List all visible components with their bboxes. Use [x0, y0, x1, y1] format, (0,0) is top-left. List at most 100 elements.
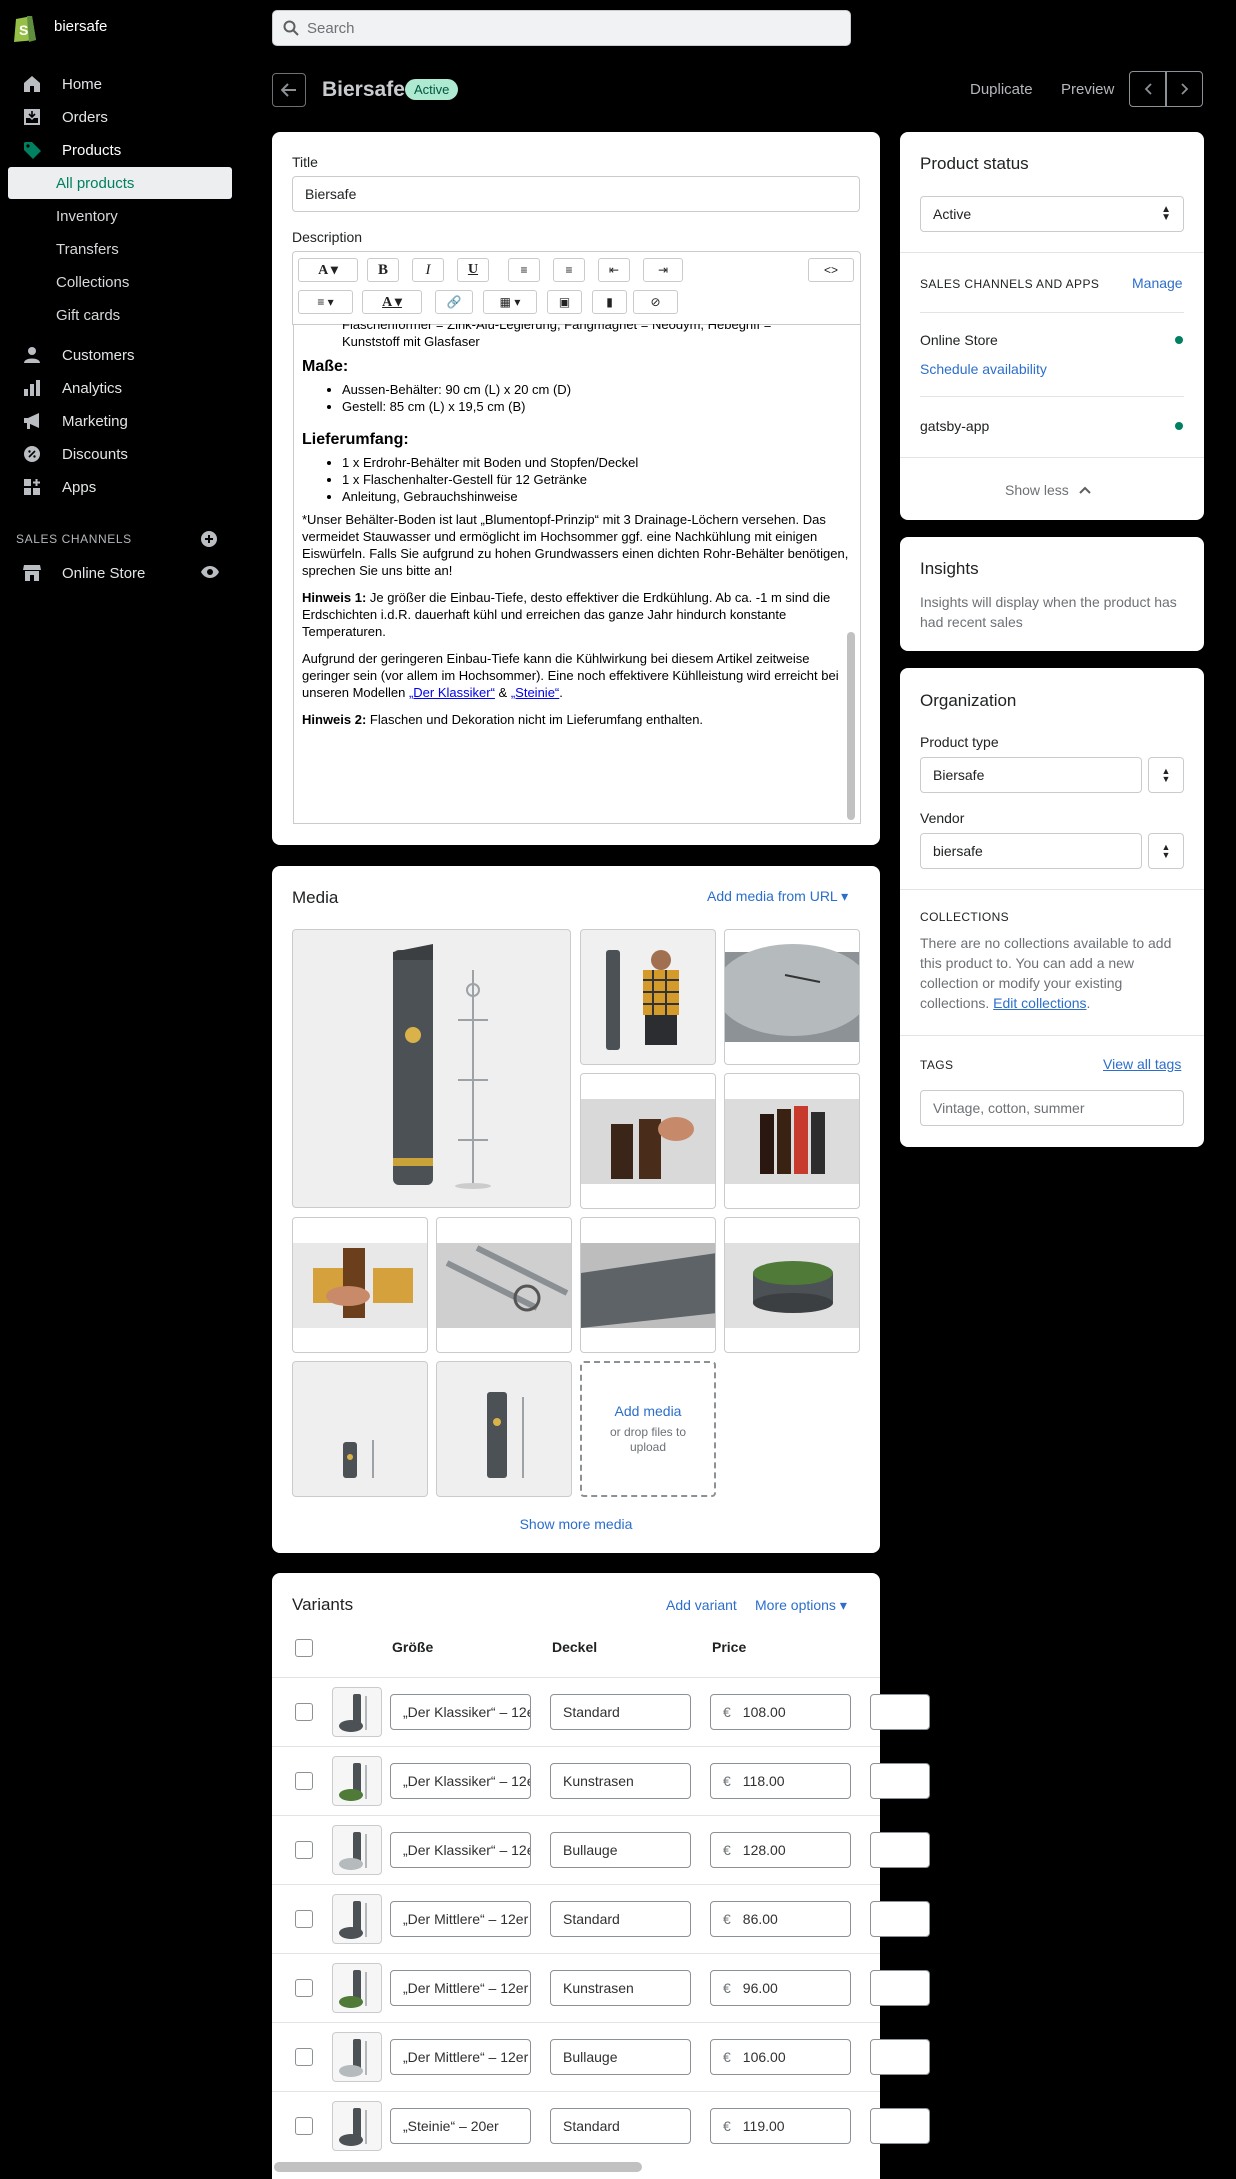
tags-input[interactable]: Vintage, cotton, summer [920, 1090, 1184, 1126]
link-der-klassiker[interactable]: „Der Klassiker“ [409, 685, 495, 700]
media-item[interactable] [436, 1361, 572, 1497]
variant-price-input[interactable]: €119.00 [710, 2108, 851, 2144]
show-less-button[interactable]: Show less [1005, 482, 1091, 498]
nav-inventory[interactable]: Inventory [8, 200, 232, 232]
indent-button[interactable]: ⇥ [643, 258, 683, 282]
variant-checkbox[interactable] [295, 1979, 313, 1997]
italic-button[interactable]: I [412, 258, 444, 282]
nav-collections[interactable]: Collections [8, 266, 232, 298]
font-button[interactable]: A ▾ [298, 258, 358, 282]
table-row[interactable]: „Der Klassiker“ – 12er Kunstrasen €118.00 [272, 1746, 930, 1815]
variant-checkbox[interactable] [295, 2048, 313, 2066]
previous-product-button[interactable] [1129, 71, 1166, 107]
variant-lid-input[interactable]: Standard [550, 1901, 691, 1937]
media-item[interactable] [580, 929, 716, 1065]
add-media-from-url-button[interactable]: Add media from URL ▾ [707, 888, 848, 905]
numbered-list-button[interactable]: ≡ [553, 258, 585, 282]
vendor-selector[interactable]: ▲ ▼ [1148, 833, 1184, 869]
variant-checkbox[interactable] [295, 1841, 313, 1859]
editor-scrollbar[interactable] [847, 632, 855, 820]
variant-next-column-input[interactable] [870, 2108, 930, 2144]
variant-lid-input[interactable]: Kunstrasen [550, 1763, 691, 1799]
nav-gift-cards[interactable]: Gift cards [8, 299, 232, 331]
variant-size-input[interactable]: „Der Mittlere“ – 12er [390, 2039, 531, 2075]
variant-next-column-input[interactable] [870, 1832, 930, 1868]
nav-analytics[interactable]: Analytics [8, 372, 232, 404]
variant-lid-input[interactable]: Kunstrasen [550, 1970, 691, 2006]
media-item[interactable] [724, 929, 860, 1065]
link-steinie[interactable]: „Steinie“ [511, 685, 559, 700]
align-button[interactable]: ≡ ▾ [298, 290, 353, 314]
variant-lid-input[interactable]: Standard [550, 2108, 691, 2144]
edit-collections-link[interactable]: Edit collections [993, 995, 1086, 1011]
add-media-button[interactable]: Add media [615, 1403, 682, 1419]
media-item[interactable] [724, 1073, 860, 1209]
bold-button[interactable]: B [367, 258, 399, 282]
nav-transfers[interactable]: Transfers [8, 233, 232, 265]
manage-channels-button[interactable]: Manage [1132, 275, 1183, 291]
link-button[interactable]: 🔗 [435, 290, 473, 314]
table-row[interactable]: „Der Mittlere“ – 12er Standard €86.00 [272, 1884, 930, 1953]
underline-button[interactable]: U [457, 258, 489, 282]
view-all-tags-link[interactable]: View all tags [1103, 1056, 1181, 1072]
variant-price-input[interactable]: €86.00 [710, 1901, 851, 1937]
media-item[interactable] [292, 1361, 428, 1497]
vendor-input[interactable]: biersafe [920, 833, 1142, 869]
variant-lid-input[interactable]: Bullauge [550, 1832, 691, 1868]
table-button[interactable]: ▦ ▾ [483, 290, 537, 314]
search-input[interactable]: Search [272, 10, 851, 46]
title-input[interactable]: Biersafe [292, 176, 860, 212]
store-name[interactable]: biersafe [54, 18, 107, 35]
variant-next-column-input[interactable] [870, 1694, 930, 1730]
nav-discounts[interactable]: Discounts [8, 438, 232, 470]
description-editor[interactable]: Flaschenformer = Zink-Alu-Legierung, Fan… [293, 324, 861, 824]
nav-orders[interactable]: Orders [8, 101, 232, 133]
variant-next-column-input[interactable] [870, 2039, 930, 2075]
table-row[interactable]: „Der Klassiker“ – 12er Bullauge €128.00 [272, 1815, 930, 1884]
preview-button[interactable]: Preview [1061, 81, 1114, 98]
select-all-checkbox[interactable] [295, 1639, 313, 1657]
product-type-selector[interactable]: ▲ ▼ [1148, 757, 1184, 793]
eye-icon[interactable] [201, 565, 219, 584]
table-row[interactable]: „Der Mittlere“ – 12er Kunstrasen €96.00 [272, 1953, 930, 2022]
nav-home[interactable]: Home [8, 68, 232, 100]
variant-thumbnail[interactable] [332, 1825, 382, 1875]
text-color-button[interactable]: A ▾ [362, 290, 422, 314]
variant-thumbnail[interactable] [332, 1963, 382, 2013]
html-toggle-button[interactable]: <> [808, 258, 854, 282]
variant-size-input[interactable]: „Steinie“ – 20er [390, 2108, 531, 2144]
media-item[interactable] [580, 1073, 716, 1209]
variant-checkbox[interactable] [295, 1703, 313, 1721]
video-button[interactable]: ▮ [592, 290, 627, 314]
schedule-availability-button[interactable]: Schedule availability [920, 361, 1047, 377]
add-media-dropzone[interactable]: Add media or drop files to upload [580, 1361, 716, 1497]
variant-thumbnail[interactable] [332, 2032, 382, 2082]
variant-size-input[interactable]: „Der Klassiker“ – 12er [390, 1694, 531, 1730]
media-item[interactable] [292, 1217, 428, 1353]
media-item[interactable] [724, 1217, 860, 1353]
outdent-button[interactable]: ⇤ [598, 258, 630, 282]
media-item-main[interactable] [292, 929, 571, 1208]
clear-format-button[interactable]: ⊘ [633, 290, 678, 314]
duplicate-button[interactable]: Duplicate [970, 81, 1033, 98]
variant-price-input[interactable]: €128.00 [710, 1832, 851, 1868]
media-item[interactable] [580, 1217, 716, 1353]
variant-size-input[interactable]: „Der Klassiker“ – 12er [390, 1832, 531, 1868]
variant-lid-input[interactable]: Standard [550, 1694, 691, 1730]
back-button[interactable] [272, 73, 306, 107]
status-select[interactable]: Active ▲ ▼ [920, 196, 1184, 232]
nav-online-store[interactable]: Online Store [8, 557, 232, 589]
variant-price-input[interactable]: €118.00 [710, 1763, 851, 1799]
nav-customers[interactable]: Customers [8, 339, 232, 371]
more-options-button[interactable]: More options ▾ [755, 1597, 847, 1614]
variant-next-column-input[interactable] [870, 1901, 930, 1937]
next-product-button[interactable] [1166, 71, 1203, 107]
variant-thumbnail[interactable] [332, 1894, 382, 1944]
bullet-list-button[interactable]: ≡ [508, 258, 540, 282]
product-type-input[interactable]: Biersafe [920, 757, 1142, 793]
variant-next-column-input[interactable] [870, 1970, 930, 2006]
variant-price-input[interactable]: €108.00 [710, 1694, 851, 1730]
variant-price-input[interactable]: €106.00 [710, 2039, 851, 2075]
show-more-media-button[interactable]: Show more media [272, 1516, 880, 1532]
variant-checkbox[interactable] [295, 1772, 313, 1790]
